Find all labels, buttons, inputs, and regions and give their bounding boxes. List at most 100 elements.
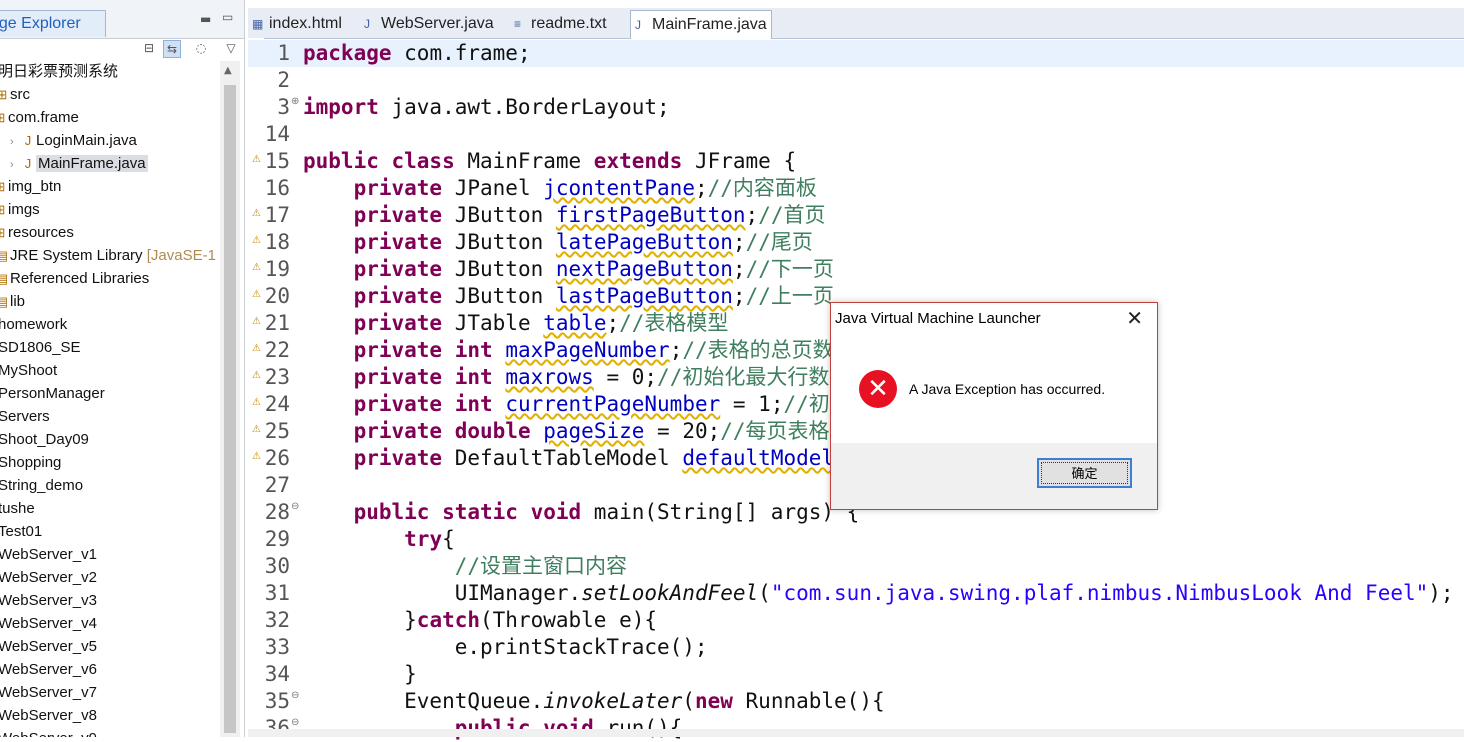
code-line[interactable]: ⚠ 17 private JButton firstPageButton;//首页 [248,202,1464,229]
collapse-fold-icon[interactable]: ⊖ [291,501,299,512]
editor-tab[interactable]: ▦ index.html [252,10,342,38]
code-line[interactable]: ⚠ 18 private JButton latePageButton;//尾页 [248,229,1464,256]
code-line[interactable]: ⚠ 15 public class MainFrame extends JFrame… [248,148,1464,175]
tree-item[interactable]: ⊞resources [0,222,74,244]
tree-item[interactable]: WebServer_v7 [0,682,97,704]
tree-item[interactable]: › J LoginMain.java [10,130,137,152]
code-text: private int maxrows = 0;//初始化最大行数为 [353,365,851,389]
tree-item-label: WebServer_v5 [0,638,97,655]
tree-item[interactable]: SD1806_SE [0,337,81,359]
code-line[interactable]: 35 ⊖ EventQueue.invokeLater(new Runnable(… [248,688,1464,715]
collapse-fold-icon[interactable]: ⊖ [291,717,299,728]
scrollbar-thumb[interactable] [224,85,236,733]
tree-item[interactable]: Test01 [0,521,42,543]
tree-item[interactable]: › J MainFrame.java [10,153,148,175]
editor-tab-label: readme.txt [531,15,607,32]
tree-item[interactable]: WebServer_v5 [0,636,97,658]
tree-item[interactable]: ▤ lib [0,291,25,313]
expand-icon[interactable]: › [10,154,20,176]
tree-item-label: resources [8,224,74,241]
code-line[interactable]: 34 } [248,661,1464,688]
tree-item[interactable]: 明日彩票预测系统 [0,61,118,83]
tree-item[interactable]: ▤ JRE System Library [JavaSE-1 [0,245,216,267]
tree-item[interactable]: WebServer_v2 [0,567,97,589]
code-line[interactable]: 16 private JPanel jcontentPane;//内容面板 [248,175,1464,202]
code-line[interactable]: 33 e.printStackTrace(); [248,634,1464,661]
line-number: 2 [277,68,290,92]
tree-item[interactable]: MyShoot [0,360,57,382]
library-icon: ▤ [0,271,9,286]
tree-item[interactable]: Shoot_Day09 [0,429,89,451]
tree-item[interactable]: WebServer_v8 [0,705,97,727]
tree-item[interactable]: WebServer_v4 [0,613,97,635]
view-menu-icon[interactable]: ▽ [223,40,239,56]
line-number: 32 [264,608,290,632]
line-number: 27 [264,473,290,497]
code-text: UIManager.setLookAndFeel("com.sun.java.s… [303,581,1454,605]
code-line[interactable]: 29 try{ [248,526,1464,553]
tree-item[interactable]: ▤ Referenced Libraries [0,268,149,290]
line-number: 3 [277,95,290,119]
line-number: 20 [264,284,290,308]
tree-item[interactable]: homework [0,314,67,336]
tree-item-label: WebServer_v8 [0,707,97,724]
collapse-fold-icon[interactable]: ⊖ [291,690,299,701]
html-file-icon: ▦ [252,17,264,31]
project-tree: 明日彩票预测系统⊞src⊞com.frame›JLoginMain.java›J… [0,61,220,737]
tree-item[interactable]: ⊞imgs [0,199,40,221]
code-line[interactable]: 2 [248,67,1464,94]
code-text: private DefaultTableModel defaultModel; [353,446,847,470]
error-icon: ✕ [859,370,897,408]
expand-icon[interactable]: › [10,131,20,153]
tree-item[interactable]: ⊞ src [0,84,30,106]
code-line[interactable]: 31 UIManager.setLookAndFeel("com.sun.jav… [248,580,1464,607]
focus-icon[interactable]: ◌ [193,40,209,56]
code-line[interactable]: 32 }catch(Throwable e){ [248,607,1464,634]
tree-item-label: String_demo [0,477,84,494]
explorer-tab-title: age Explorer [0,15,81,32]
tree-item[interactable]: WebServer_v3 [0,590,97,612]
code-line[interactable]: ⚠ 19 private JButton nextPageButton;//下一页 [248,256,1464,283]
tree-item-label: WebServer_v9 [0,730,97,737]
expand-fold-icon[interactable]: ⊕ [291,96,299,107]
collapse-all-icon[interactable]: ⊟ [141,40,157,56]
code-text: e.printStackTrace(); [303,635,708,659]
minimize-icon[interactable]: ▬ [200,12,211,26]
code-line[interactable]: 14 [248,121,1464,148]
tree-item-label: MyShoot [0,362,58,379]
code-text: public class MainFrame extends JFrame { [303,149,797,173]
tree-item[interactable]: PersonManager [0,383,105,405]
tree-item-label: WebServer_v1 [0,546,97,563]
explorer-tab[interactable]: age Explorer [0,10,106,37]
tree-item[interactable]: tushe [0,498,35,520]
code-text: try{ [404,527,455,551]
tree-item[interactable]: ⊞img_btn [0,176,61,198]
code-line[interactable]: 1 package com.frame; [248,40,1464,67]
code-line[interactable]: 3 ⊕ import java.awt.BorderLayout; [248,94,1464,121]
text-file-icon: ≡ [514,17,522,31]
editor-horizontal-scrollbar[interactable] [248,729,1464,737]
tree-item-label: tushe [0,500,35,517]
tree-item[interactable]: ⊞com.frame [0,107,79,129]
tree-item-label: LoginMain.java [36,132,137,149]
maximize-icon[interactable]: ▭ [222,10,233,24]
ok-button[interactable]: 确定 [1037,458,1132,488]
tree-item[interactable]: Shopping [0,452,61,474]
editor-tab[interactable]: J MainFrame.java [630,10,772,39]
tree-item[interactable]: WebServer_v6 [0,659,97,681]
explorer-scrollbar[interactable]: ▲ [220,61,240,737]
tree-item[interactable]: String_demo [0,475,83,497]
line-number: 26 [264,446,290,470]
tree-item[interactable]: WebServer_v9 [0,728,97,737]
editor-tab[interactable]: J WebServer.java [364,10,494,38]
link-with-editor-icon[interactable]: ⇆ [163,40,181,58]
close-icon[interactable]: ✕ [1126,306,1143,330]
editor-tab[interactable]: ≡ readme.txt [514,10,607,38]
code-text: private int maxPageNumber;//表格的总页数 [353,338,834,362]
code-line[interactable]: 30 //设置主窗口内容 [248,553,1464,580]
tree-item-label: WebServer_v6 [0,661,97,678]
package-icon: ⊞ [0,222,8,244]
tree-item[interactable]: WebServer_v1 [0,544,97,566]
scroll-up-icon[interactable]: ▲ [224,65,232,76]
tree-item[interactable]: Servers [0,406,50,428]
